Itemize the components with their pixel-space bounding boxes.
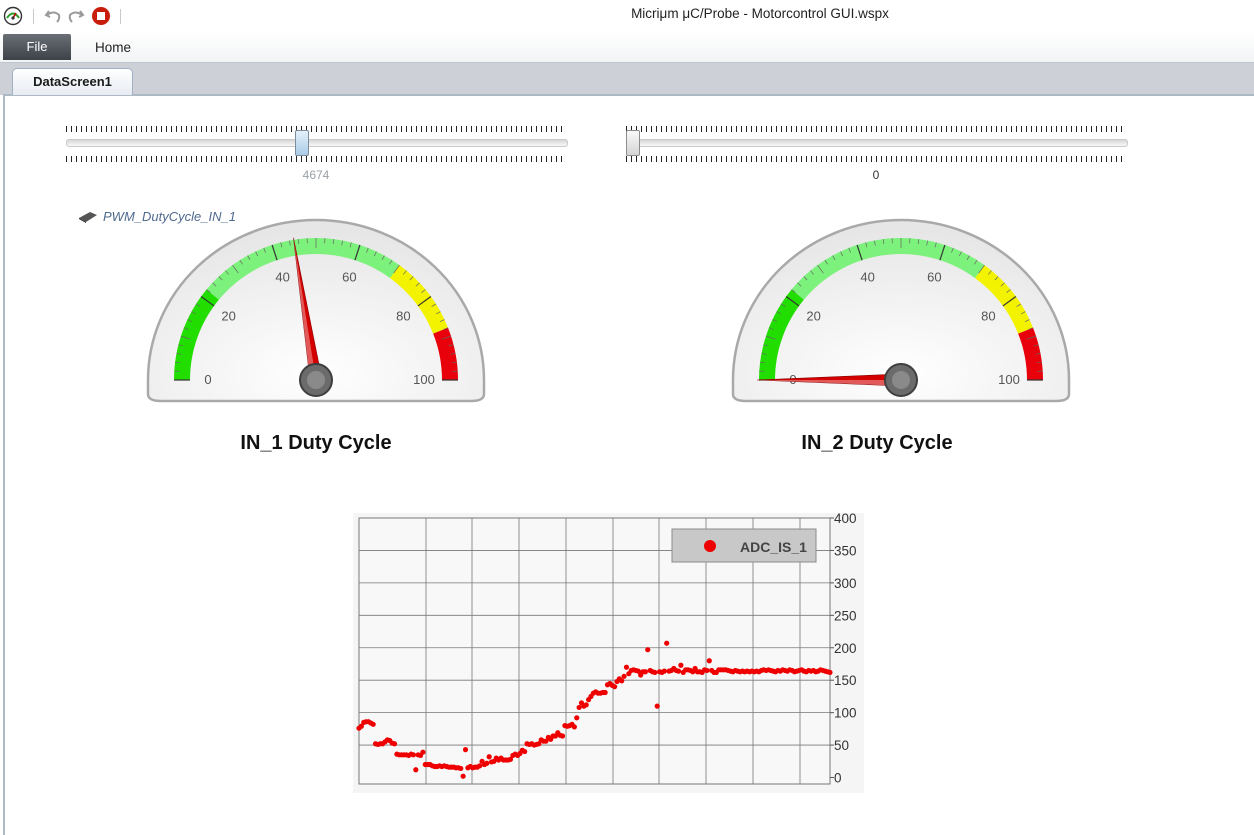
data-point <box>413 767 418 772</box>
adc-chart-plot: 0 50 100 150 200 250 300 350 400 ADC_IS_1 <box>353 513 864 793</box>
document-tab-strip <box>0 63 1254 95</box>
data-point <box>411 752 416 757</box>
data-point <box>664 641 669 646</box>
data-point <box>574 715 579 720</box>
data-point <box>477 763 482 768</box>
data-point <box>678 663 683 668</box>
y-axis-tick-label: 150 <box>834 673 857 688</box>
window-title: Micriμm μC/Probe - Motorcontrol GUI.wspx <box>0 6 1254 21</box>
data-point <box>572 724 577 729</box>
slider-in1[interactable]: 4674 <box>66 126 566 186</box>
data-point <box>643 669 648 674</box>
gauge-tick-label: 60 <box>927 269 941 284</box>
data-point <box>676 669 681 674</box>
gauge-title-in1: IN_1 Duty Cycle <box>146 432 486 455</box>
data-point <box>463 747 468 752</box>
data-point <box>484 761 489 766</box>
gauge-tick-label: 100 <box>413 372 435 387</box>
data-point <box>603 690 608 695</box>
slider-in2[interactable]: 0 <box>626 126 1126 186</box>
slider-track[interactable] <box>66 139 568 147</box>
data-point <box>612 684 617 689</box>
gauge-tick-label: 60 <box>342 269 356 284</box>
y-axis-tick-label: 250 <box>834 608 857 623</box>
slider-thumb[interactable] <box>626 130 640 156</box>
slider-ticks-top <box>66 126 566 132</box>
gauge-hub-cap <box>307 371 325 389</box>
data-point <box>621 674 626 679</box>
duty-cycle-gauge-in1: 0 20 40 60 80 100 <box>145 218 487 408</box>
gauge-tick-label: 80 <box>981 309 995 324</box>
gauge-tick-label: 80 <box>396 309 410 324</box>
data-point <box>392 741 397 746</box>
home-ribbon-tab[interactable]: Home <box>95 40 131 55</box>
y-axis-tick-label: 350 <box>834 543 857 558</box>
legend-marker <box>704 540 716 552</box>
data-point <box>458 766 463 771</box>
gauge-hub-cap <box>892 371 910 389</box>
gauge-tick-label: 0 <box>204 372 211 387</box>
gauge-tick-label: 40 <box>275 269 289 284</box>
gauge-title-in2: IN_2 Duty Cycle <box>707 432 1047 455</box>
data-point <box>619 678 624 683</box>
y-axis-tick-label: 0 <box>834 771 842 786</box>
slider-ticks-top <box>626 126 1126 132</box>
adc-chart: 0 50 100 150 200 250 300 350 400 ADC_IS_1 <box>353 513 864 793</box>
y-axis-tick-label: 50 <box>834 738 849 753</box>
slider-thumb[interactable] <box>295 130 309 156</box>
chip-icon <box>78 210 98 228</box>
slider-ticks-bottom <box>66 156 566 162</box>
slider-track[interactable] <box>626 139 1128 147</box>
legend-label: ADC_IS_1 <box>740 539 807 555</box>
data-point <box>584 702 589 707</box>
y-axis-tick-label: 300 <box>834 576 857 591</box>
data-point <box>704 668 709 673</box>
data-point <box>652 670 657 675</box>
slider-value: 0 <box>836 168 916 182</box>
file-menu-button[interactable]: File <box>3 34 71 60</box>
gauge-tick-label: 20 <box>806 309 820 324</box>
data-point <box>707 658 712 663</box>
y-axis-tick-label: 100 <box>834 706 857 721</box>
data-point <box>487 754 492 759</box>
data-point <box>662 669 667 674</box>
title-bar: Micriμm μC/Probe - Motorcontrol GUI.wspx <box>0 0 1254 32</box>
data-point <box>645 647 650 652</box>
data-point <box>420 750 425 755</box>
gauge-tick-label: 40 <box>860 269 874 284</box>
data-point <box>655 704 660 709</box>
ribbon: File Home <box>0 32 1254 63</box>
y-axis-tick-label: 400 <box>834 513 857 526</box>
slider-value: 4674 <box>276 168 356 182</box>
slider-ticks-bottom <box>626 156 1126 162</box>
y-axis-tick-label: 200 <box>834 641 857 656</box>
data-point <box>577 705 582 710</box>
data-point <box>371 722 376 727</box>
gauge-tick-label: 100 <box>998 372 1020 387</box>
data-point <box>624 665 629 670</box>
tab-datascreen1[interactable]: DataScreen1 <box>12 68 133 95</box>
data-point <box>560 733 565 738</box>
data-point <box>827 670 832 675</box>
data-point <box>522 749 527 754</box>
data-point <box>461 774 466 779</box>
duty-cycle-gauge-in2: 020406080100 <box>730 218 1072 408</box>
gauge-tick-label: 20 <box>221 309 235 324</box>
